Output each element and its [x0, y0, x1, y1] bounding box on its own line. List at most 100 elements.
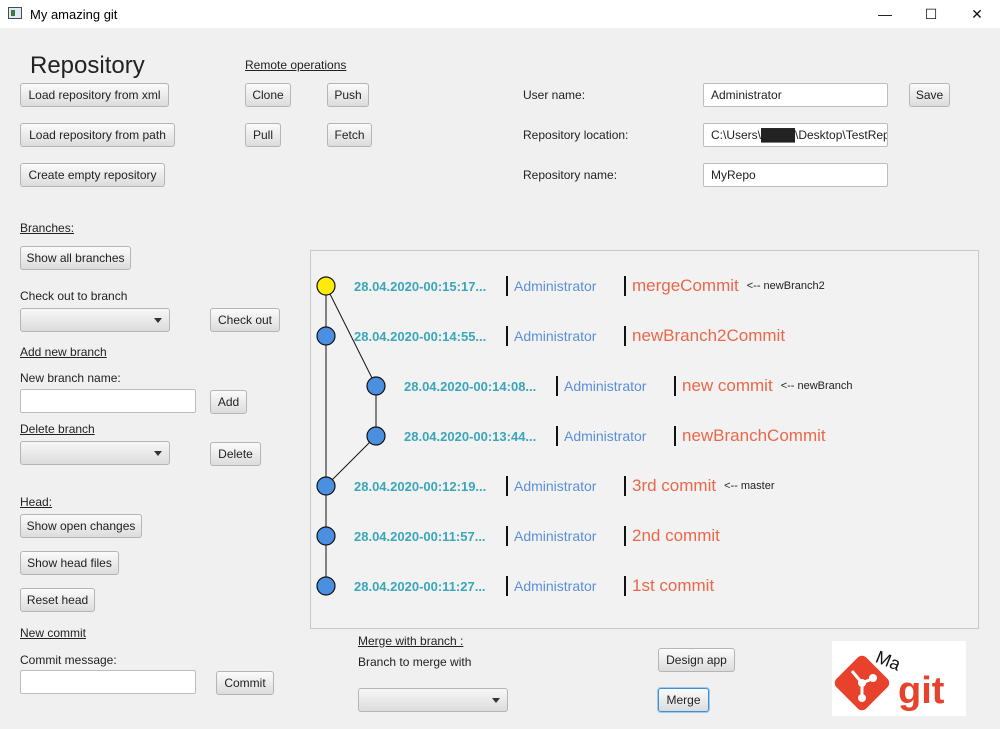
commit-message: 2nd commit: [632, 526, 720, 545]
commit-message: newBranchCommit: [682, 426, 826, 445]
commit-graph-panel: 28.04.2020-00:15:17... Administrator merge…: [310, 250, 979, 629]
commit-author: Administrator: [514, 578, 597, 594]
commit-date: 28.04.2020-00:13:44...: [404, 428, 537, 444]
merge-branch-label: Branch to merge with: [358, 655, 472, 669]
commit-message: 1st commit: [632, 576, 715, 595]
add-branch-title: Add new branch: [20, 345, 107, 359]
separator: [624, 326, 626, 346]
merge-button[interactable]: Merge: [658, 688, 709, 712]
commit-author: Administrator: [564, 428, 647, 444]
load-path-button[interactable]: Load repository from path: [20, 123, 175, 147]
delete-branch-title: Delete branch: [20, 422, 95, 436]
commit-node[interactable]: [366, 376, 386, 396]
commit-message: mergeCommit: [632, 276, 739, 295]
chevron-down-icon: [492, 698, 500, 703]
commit-date: 28.04.2020-00:15:17...: [354, 278, 487, 294]
design-app-button[interactable]: Design app: [658, 648, 735, 672]
commit-node[interactable]: [366, 426, 386, 446]
commit-author: Administrator: [514, 478, 597, 494]
commit-message: new commit: [682, 376, 773, 395]
commit-row[interactable]: 28.04.2020-00:11:27... Administrator 1st c…: [354, 575, 714, 597]
repository-name-field[interactable]: MyRepo: [703, 163, 888, 187]
app-logo: Ma git: [832, 641, 966, 716]
load-xml-button[interactable]: Load repository from xml: [20, 83, 169, 107]
head-title: Head:: [20, 495, 53, 509]
show-all-branches-button[interactable]: Show all branches: [20, 246, 131, 270]
separator: [506, 326, 508, 346]
branch-label: <-- master: [724, 480, 775, 492]
add-branch-button[interactable]: Add: [210, 390, 247, 414]
delete-branch-select[interactable]: [20, 441, 170, 465]
fetch-button[interactable]: Fetch: [327, 123, 372, 147]
chevron-down-icon: [154, 451, 162, 456]
repository-location-label: Repository location:: [523, 128, 629, 142]
push-button[interactable]: Push: [327, 83, 369, 107]
separator: [674, 376, 676, 396]
remote-operations-title: Remote operations: [245, 58, 347, 72]
separator: [506, 576, 508, 596]
commit-date: 28.04.2020-00:11:27...: [354, 578, 486, 594]
window-title: My amazing git: [30, 7, 118, 22]
repository-location-field[interactable]: C:\Users\████\Desktop\TestRep: [703, 123, 888, 147]
delete-branch-button[interactable]: Delete: [210, 442, 261, 466]
separator: [624, 526, 626, 546]
close-button[interactable]: ✕: [954, 0, 1000, 28]
commit-date: 28.04.2020-00:11:57...: [354, 528, 486, 544]
separator: [674, 426, 676, 446]
commit-node[interactable]: [316, 326, 336, 346]
separator: [506, 526, 508, 546]
commit-row[interactable]: 28.04.2020-00:15:17... Administrator merge…: [354, 275, 825, 297]
separator: [624, 276, 626, 296]
commit-message-label: Commit message:: [20, 653, 117, 667]
commit-message: 3rd commit: [632, 476, 717, 495]
save-button[interactable]: Save: [909, 83, 950, 107]
separator: [556, 426, 558, 446]
new-commit-title: New commit: [20, 626, 87, 640]
commit-node[interactable]: [316, 576, 336, 596]
separator: [624, 576, 626, 596]
commit-date: 28.04.2020-00:14:55...: [354, 328, 487, 344]
commit-message-field[interactable]: [20, 670, 196, 694]
commit-row[interactable]: 28.04.2020-00:13:44... Administrator newBr…: [404, 425, 826, 447]
repository-name-label: Repository name:: [523, 168, 618, 182]
app-icon: [8, 7, 22, 19]
page-title: Repository: [30, 52, 145, 79]
show-head-files-button[interactable]: Show head files: [20, 551, 119, 575]
user-name-field[interactable]: Administrator: [703, 83, 888, 107]
commit-node[interactable]: [316, 526, 336, 546]
logo-big-text: git: [898, 670, 945, 712]
clone-button[interactable]: Clone: [245, 83, 291, 107]
title-bar: [0, 0, 1000, 28]
commit-row[interactable]: 28.04.2020-00:11:57... Administrator 2nd c…: [354, 525, 720, 547]
pull-button[interactable]: Pull: [245, 123, 281, 147]
create-empty-repo-button[interactable]: Create empty repository: [20, 163, 165, 187]
show-open-changes-button[interactable]: Show open changes: [20, 514, 142, 538]
separator: [624, 476, 626, 496]
reset-head-button[interactable]: Reset head: [20, 588, 95, 612]
commit-button[interactable]: Commit: [216, 671, 274, 695]
minimize-button[interactable]: —: [862, 0, 908, 28]
separator: [506, 476, 508, 496]
commit-row[interactable]: 28.04.2020-00:14:55... Administrator newBr…: [354, 325, 785, 347]
commit-row[interactable]: 28.04.2020-00:14:08... Administrator new c…: [404, 375, 853, 397]
maximize-button[interactable]: ☐: [908, 0, 954, 28]
chevron-down-icon: [154, 318, 162, 323]
checkout-label: Check out to branch: [20, 289, 128, 303]
merge-branch-select[interactable]: [358, 688, 508, 712]
commit-message: newBranch2Commit: [632, 326, 786, 345]
git-logo-icon: Ma git: [834, 647, 945, 712]
separator: [556, 376, 558, 396]
branch-label: <-- newBranch2: [746, 280, 825, 292]
commit-row[interactable]: 28.04.2020-00:12:19... Administrator 3rd c…: [354, 475, 775, 497]
commit-author: Administrator: [514, 328, 597, 344]
branches-title: Branches:: [20, 221, 75, 235]
new-branch-name-label: New branch name:: [20, 371, 121, 385]
commit-node[interactable]: [316, 476, 336, 496]
checkout-button[interactable]: Check out: [210, 308, 280, 332]
merge-title: Merge with branch :: [358, 634, 464, 648]
commit-author: Administrator: [564, 378, 647, 394]
commit-node[interactable]: [316, 276, 336, 296]
new-branch-name-field[interactable]: [20, 389, 196, 413]
checkout-branch-select[interactable]: [20, 308, 170, 332]
commit-author: Administrator: [514, 528, 597, 544]
